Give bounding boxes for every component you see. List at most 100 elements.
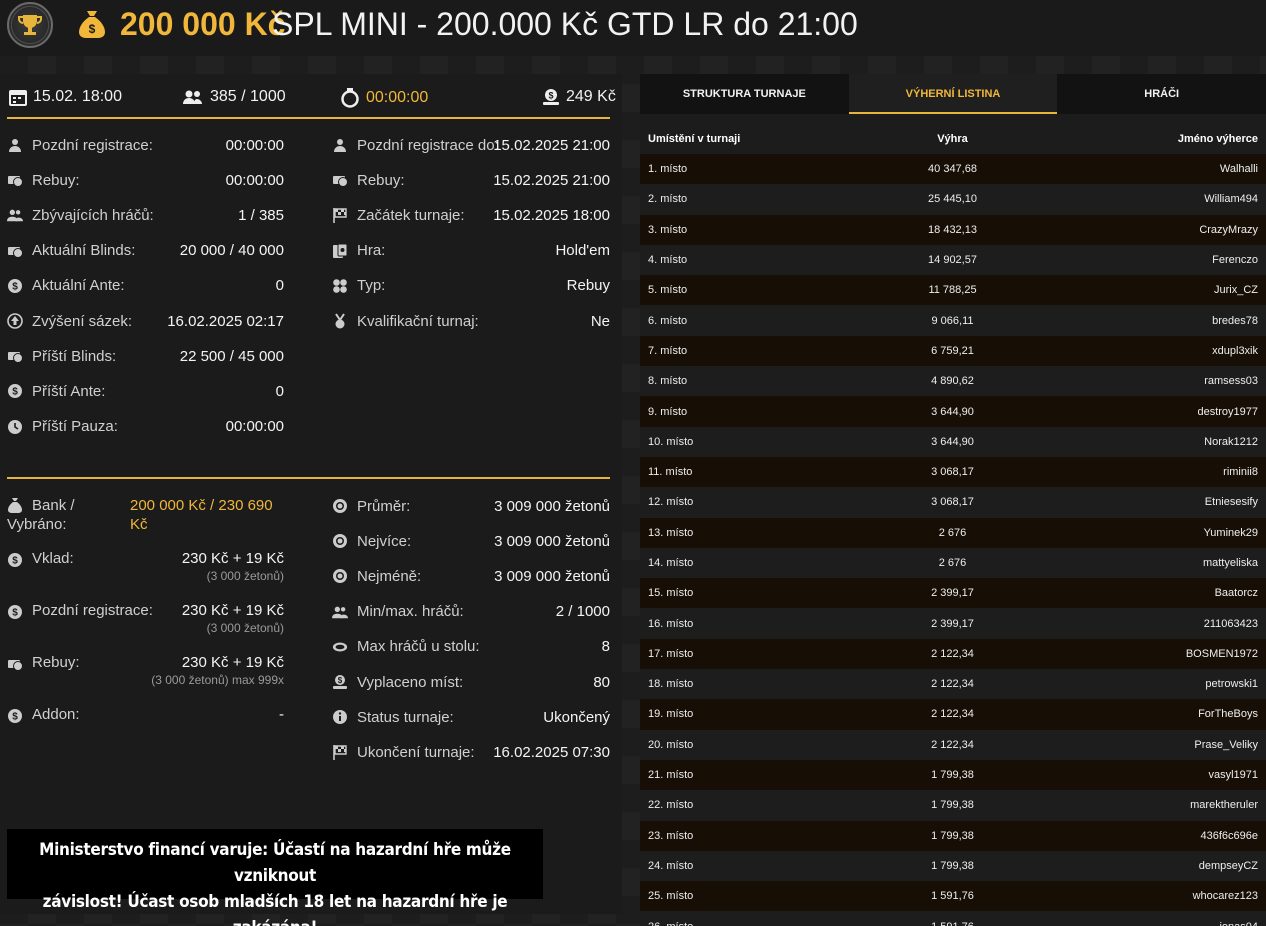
info-label: Rebuy: <box>357 171 405 189</box>
calendar-icon <box>9 90 27 106</box>
arrow-up-icon <box>7 313 23 329</box>
place-cell: 2. místo <box>648 193 688 206</box>
place-cell: 8. místo <box>648 375 688 388</box>
info-label: Nejvíce: <box>357 532 412 550</box>
info-row: Průměr: 3 009 000 žetonů <box>332 494 610 518</box>
winner-cell: ramsess03 <box>1204 375 1258 388</box>
info-row: Zbývajících hráčů: 1 / 385 <box>7 203 284 227</box>
tab-payout-list[interactable]: VÝHERNÍ LISTINA <box>848 74 1058 114</box>
place-cell: 7. místo <box>648 344 688 357</box>
column-header-winner[interactable]: Jméno výherce <box>1045 133 1266 145</box>
info-value: 20 000 / 40 000 <box>179 242 284 260</box>
info-label: Příští Pauza: <box>32 418 118 436</box>
winner-cell: whocarez123 <box>1192 890 1258 903</box>
bank-label: Bank / <box>32 497 75 514</box>
place-cell: 14. místo <box>648 557 694 569</box>
money-icon <box>8 660 23 671</box>
table-row: 12. místo 3 068,17 Etniesesify <box>640 487 1266 518</box>
info-label: Ukončení turnaje: <box>357 743 475 761</box>
users-icon <box>7 207 23 223</box>
timer-stat: 00:00:00 <box>340 88 428 108</box>
rebuy-fee-row: Rebuy: 230 Kč + 19 Kč (3 000 žetonů) max… <box>7 654 284 694</box>
info-value: 22 500 / 45 000 <box>179 347 284 365</box>
tab-structure[interactable]: STRUKTURA TURNAJE <box>640 74 849 114</box>
chip-icon <box>332 533 348 549</box>
coin-icon: $ <box>8 709 22 723</box>
coin-icon: $ <box>8 553 22 567</box>
tournament-info-panel: 15.02. 18:00 385 / 1000 00:00:00 $ 249 K… <box>0 74 622 926</box>
info-label: Nejméně: <box>357 567 422 585</box>
info-value: 80 <box>593 673 610 691</box>
place-cell: 13. místo <box>648 526 694 539</box>
winner-cell: Ferenczo <box>1212 254 1258 267</box>
info-row: Kvalifikační turnaj: Ne <box>332 309 610 333</box>
winner-cell: William494 <box>1204 193 1258 206</box>
prize-cell: 2 122,34 <box>931 647 974 660</box>
info-label: Min/max. hráčů: <box>357 603 464 621</box>
prize-cell: 1 591,76 <box>931 890 974 903</box>
info-row: Zvýšení sázek: 16.02.2025 02:17 <box>7 309 284 333</box>
flag-icon <box>332 744 348 761</box>
prize-cell: 2 122,34 <box>931 678 974 691</box>
place-cell: 17. místo <box>648 647 694 660</box>
bank-row: Bank / Vybráno: 200 000 Kč / 230 690 Kč <box>7 497 284 537</box>
info-value: 16.02.2025 02:17 <box>167 312 284 330</box>
place-cell: 1. místo <box>648 163 688 176</box>
info-value: 2 / 1000 <box>555 603 610 621</box>
info-row: Nejméně: 3 009 000 žetonů <box>332 564 610 588</box>
table-row: 20. místo 2 122,34 Prase_Veliky <box>640 729 1266 760</box>
place-cell: 4. místo <box>648 254 688 267</box>
winner-cell: riminii8 <box>1223 466 1258 479</box>
info-label: Vyplaceno míst: <box>357 673 464 691</box>
late-chips: (3 000 žetonů) <box>206 621 284 635</box>
coin-icon: $ <box>7 278 23 294</box>
info-label: Zvýšení sázek: <box>32 312 133 330</box>
money-icon <box>7 243 23 259</box>
info-row: Aktuální Blinds: 20 000 / 40 000 <box>7 239 284 263</box>
place-cell: 19. místo <box>648 708 694 721</box>
winner-cell: xdupl3xik <box>1212 344 1258 357</box>
rebuy-value: 230 Kč + 19 Kč <box>181 654 284 671</box>
tabs: STRUKTURA TURNAJE VÝHERNÍ LISTINA HRÁČI <box>640 74 1266 114</box>
info-row: Typ: Rebuy <box>332 274 610 298</box>
winner-cell: BOSMEN1972 <box>1185 647 1258 660</box>
info-value: Ne <box>590 312 610 330</box>
info-label: Pozdní registrace do: <box>357 136 499 154</box>
prize-cell: 1 799,38 <box>931 829 974 842</box>
prize-cell: 3 644,90 <box>931 405 974 418</box>
money-icon <box>332 172 348 188</box>
info-row: $ Příští Ante: 0 <box>7 379 284 403</box>
prize-cell: 9 066,11 <box>931 314 974 327</box>
winner-cell: vasyl1971 <box>1208 769 1258 782</box>
info-row: Příští Blinds: 22 500 / 45 000 <box>7 344 284 368</box>
prize-cell: 1 799,38 <box>931 859 974 872</box>
divider <box>7 117 610 119</box>
table-row: 16. místo 2 399,17 211063423 <box>640 608 1266 639</box>
svg-text:$: $ <box>338 676 343 685</box>
start-date: 15.02. 18:00 <box>33 88 122 105</box>
chip-icon <box>332 498 348 514</box>
place-cell: 12. místo <box>648 496 694 509</box>
addon-value: - <box>279 706 284 723</box>
money-icon <box>7 348 23 364</box>
user-icon <box>7 137 23 153</box>
table-row: 14. místo 2 676 mattyeliska <box>640 547 1266 579</box>
users-icon <box>332 604 348 620</box>
table-row: 1. místo 40 347,68 Walhalli <box>640 154 1266 185</box>
tab-players[interactable]: HRÁČI <box>1057 74 1266 114</box>
svg-text:$: $ <box>12 387 18 398</box>
buyin-value: 249 Kč <box>566 88 616 105</box>
users-icon <box>183 90 202 104</box>
prize-cell: 2 676 <box>938 526 967 539</box>
prize-cell: 3 644,90 <box>931 435 974 448</box>
column-header-place[interactable]: Umístění v turnaji <box>640 133 860 145</box>
info-row: Min/max. hráčů: 2 / 1000 <box>332 600 610 624</box>
info-row: Začátek turnaje: 15.02.2025 18:00 <box>332 203 610 227</box>
addon-label: Addon: <box>32 706 80 723</box>
info-row: Pozdní registrace do: 15.02.2025 21:00 <box>332 133 610 157</box>
winner-cell: Baatorcz <box>1214 587 1258 600</box>
info-row: $ Aktuální Ante: 0 <box>7 274 284 298</box>
chip-icon <box>332 568 348 584</box>
deposit-value: 230 Kč + 19 Kč <box>181 550 284 567</box>
column-header-prize[interactable]: Výhra <box>860 133 1045 145</box>
